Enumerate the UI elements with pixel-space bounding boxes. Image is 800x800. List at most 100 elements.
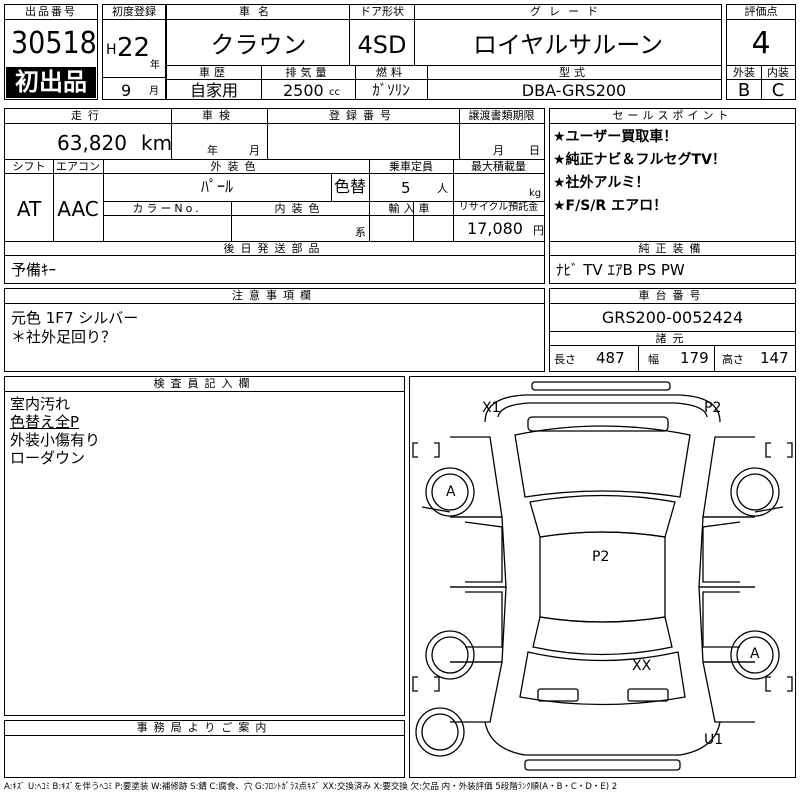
capacity-unit: 人 [437, 182, 448, 195]
damage-mark-u1: U1 [704, 732, 724, 748]
sales-point-1: ★ユーザー買取車！ [553, 129, 678, 145]
height-label: 高さ [722, 353, 744, 366]
inspector-line-2: 色替え全P [10, 413, 80, 431]
max-load-unit: kg [529, 188, 542, 199]
notes-line-2: ＊社外足回り？ [11, 328, 117, 346]
legend: A:ｷｽﾞ U:ﾍｺﾐ B:ｷｽﾞを伴うﾍｺﾐ P:要塗装 W:補修跡 S:錆 … [4, 782, 618, 792]
max-load-label: 最大積載量 [471, 160, 526, 173]
chassis-number: GRS200-0052424 [601, 308, 744, 327]
grade-label: グレード [414, 4, 722, 20]
inspection-label: 車検 [202, 109, 236, 122]
sales-point-2: ★純正ナビ＆フルセグTV！ [553, 152, 726, 168]
color-no-label: カラーNo. [132, 202, 202, 215]
damage-mark-p2-front: P2 [704, 400, 722, 416]
ac-label: エアコン [56, 160, 100, 173]
details-box: 走行 車検 登録番号 譲渡書類期限 63,820 km 年 月 月 日 シフト … [4, 108, 545, 284]
history: 自家用 [189, 81, 238, 100]
spec-label: 諸元 [655, 332, 690, 345]
notes-label: 注意事項欄 [4, 288, 545, 304]
score-label: 評価点 [726, 4, 796, 20]
later-parts-label: 後日発送部品 [223, 242, 326, 255]
exterior-label: 外装 [733, 66, 755, 79]
length-label: 長さ [554, 353, 576, 366]
lot-number-box: 出品番号 30518 初出品 [4, 4, 98, 100]
damage-mark-xx: XX [632, 658, 652, 674]
model-code: DBA-GRS200 [521, 81, 627, 100]
reg-no-label: 登録番号 [329, 109, 397, 122]
displacement: 2500 [283, 81, 324, 100]
office-label: 事務局よりご案内 [4, 720, 405, 736]
car-diagram: X1 P2 P2 A A XX U1 [409, 376, 796, 778]
capacity: 5 [401, 179, 411, 197]
interior-grade: C [771, 80, 785, 101]
era: H [106, 42, 117, 58]
car-outline-svg [412, 381, 793, 771]
ac: AAC [57, 197, 99, 221]
notes-box: 注意事項欄 元色 1F7 シルバー ＊社外足回り？ [4, 288, 545, 372]
year-unit: 年 [150, 60, 160, 71]
fuel-label: 燃料 [376, 66, 406, 79]
capacity-label: 乗車定員 [389, 160, 433, 173]
inspection-month-unit: 月 [249, 144, 260, 157]
lot-number: 30518 [11, 26, 97, 61]
damage-mark-p2-roof: P2 [592, 549, 610, 565]
later-parts: 予備ｷｰ [11, 261, 57, 279]
transfer-label: 譲渡書類期限 [468, 109, 535, 122]
notes-line-1: 元色 1F7 シルバー [11, 309, 139, 327]
mileage-unit: km [141, 131, 173, 155]
displacement-label: 排気量 [285, 66, 331, 79]
office-box: 事務局よりご案内 [4, 720, 405, 778]
factory-equipment-label: 純正装備 [638, 242, 707, 255]
door-type: 4SD [357, 31, 407, 59]
inspector-box: 検査員記入欄 室内汚れ 色替え全P 外装小傷有り ローダウン [4, 376, 405, 716]
sales-points-box: セールスポイント ★ユーザー買取車！ ★純正ナビ＆フルセグTV！ ★社外アルミ！… [549, 108, 796, 284]
car-name: クラウン [210, 31, 307, 59]
sales-points-label: セールスポイント [549, 108, 796, 124]
shift-label: シフト [12, 160, 46, 173]
car-name-label: 車名 [166, 4, 350, 20]
first-reg-label: 初度登録 [102, 4, 166, 20]
damage-mark-a-front-left: A [446, 484, 456, 500]
month-unit: 月 [149, 86, 159, 97]
mileage-label: 走行 [71, 109, 105, 122]
length: 487 [596, 349, 625, 367]
mileage: 63,820 [57, 131, 127, 155]
inspector-line-1: 室内汚れ [10, 395, 71, 413]
chassis-box: 車台番号 GRS200-0052424 諸元 長さ 487 幅 179 高さ 1… [549, 288, 796, 372]
inspector-line-4: ローダウン [10, 449, 86, 467]
recycle-label: リサイクル預託金 [458, 202, 539, 213]
grade: ロイヤルサルーン [472, 31, 664, 59]
recycle-amount: 17,080 [467, 219, 523, 238]
first-reg-box: 初度登録 H 22 年 9 月 [102, 4, 166, 100]
ext-color-label: 外装色 [210, 160, 262, 173]
chassis-label: 車台番号 [549, 288, 796, 304]
inspection-year-unit: 年 [207, 144, 218, 157]
displacement-unit: cc [329, 87, 340, 98]
first-reg-month: 9 [121, 81, 132, 100]
inspector-label: 検査員記入欄 [4, 376, 405, 392]
score-box: 評価点 4 外装 内装 B C [726, 4, 796, 100]
exterior-grade: B [737, 80, 751, 101]
damage-mark-x1: X1 [482, 400, 501, 416]
lot-number-label: 出品番号 [4, 4, 98, 20]
inspector-line-3: 外装小傷有り [10, 431, 101, 449]
first-listing-badge: 初出品 [6, 67, 96, 98]
sales-point-4: ★F/S/R エアロ！ [553, 198, 668, 214]
shift: AT [16, 197, 42, 221]
sales-point-3: ★社外アルミ！ [553, 175, 650, 191]
factory-equipment: ﾅﾋﾞ TV ｴｱB PS PW [556, 261, 685, 279]
import-label: 輸入車 [388, 202, 434, 215]
int-color-suffix: 系 [355, 226, 366, 239]
ext-color: ﾊﾟｰﾙ [200, 177, 233, 196]
history-label: 車歴 [199, 66, 229, 79]
car-main-box: 車名 ドア形状 グレード クラウン 4SD ロイヤルサルーン 車歴 排気量 燃料… [166, 4, 722, 100]
recycle-unit: 円 [533, 224, 544, 237]
width-label: 幅 [648, 353, 659, 366]
fuel: ｶﾞｿﾘﾝ [372, 81, 410, 99]
width: 179 [680, 349, 709, 367]
score: 4 [751, 26, 771, 61]
transfer-day-unit: 日 [529, 144, 540, 157]
interior-label: 内装 [767, 66, 789, 79]
transfer-month-unit: 月 [493, 144, 504, 157]
damage-mark-a-rear-right: A [750, 646, 760, 662]
